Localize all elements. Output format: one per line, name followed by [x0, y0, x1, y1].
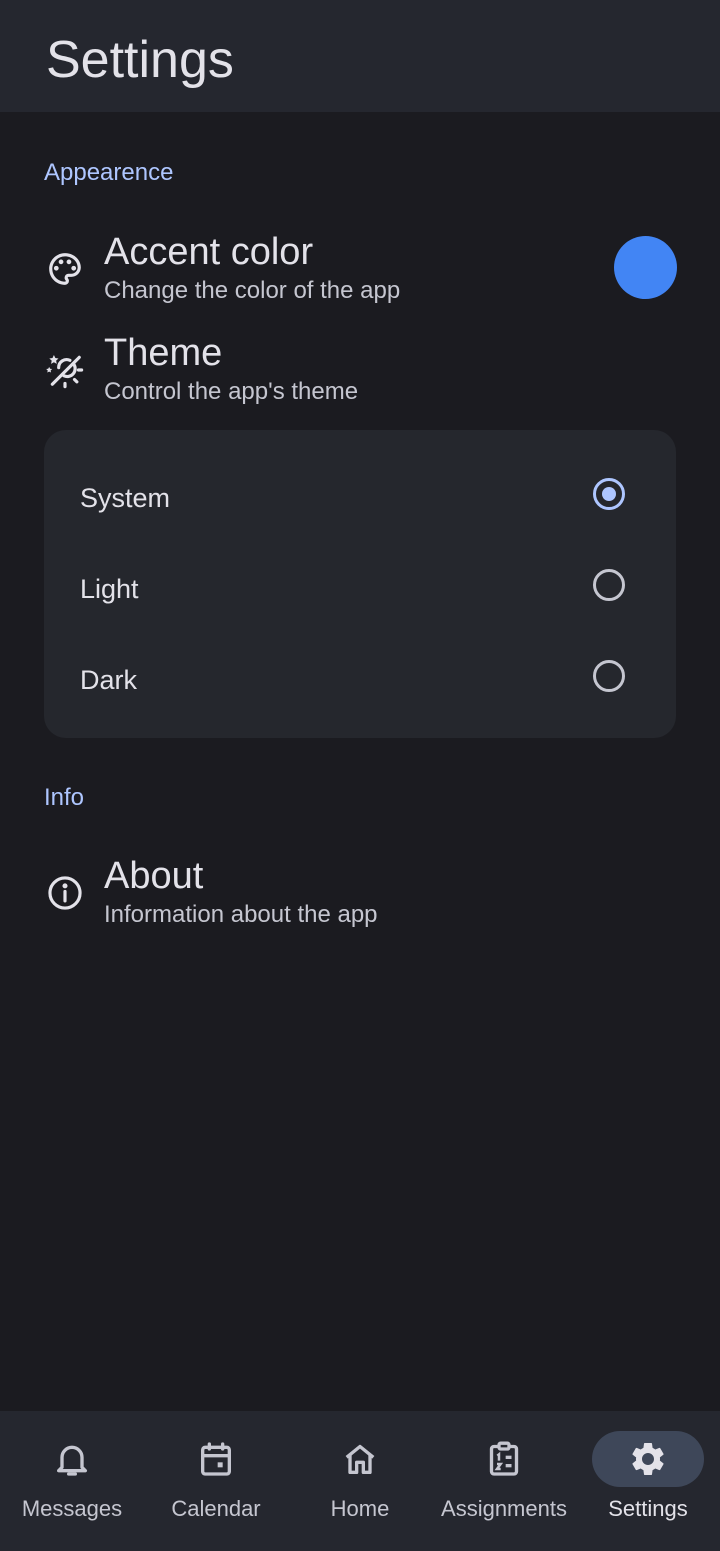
theme-option-label: Dark: [80, 665, 138, 695]
theme-option-system[interactable]: System: [44, 457, 676, 537]
nav-item-home[interactable]: Home: [288, 1411, 432, 1551]
nav-item-settings[interactable]: Settings: [576, 1411, 720, 1551]
calendar-icon: [196, 1439, 236, 1479]
theme-option-light[interactable]: Light: [44, 548, 676, 628]
theme-subtitle: Control the app's theme: [104, 378, 359, 405]
info-icon: [46, 874, 84, 912]
home-icon: [340, 1439, 380, 1479]
radio-button[interactable]: [593, 660, 625, 692]
theme-option-label: System: [80, 483, 171, 513]
page-title: Settings: [46, 31, 234, 89]
top-app-bar: Settings: [0, 0, 720, 112]
assignment-icon: [484, 1439, 524, 1479]
bell-icon: [52, 1439, 92, 1479]
setting-accent-color[interactable]: Accent color Change the color of the app: [0, 230, 720, 310]
nav-item-calendar[interactable]: Calendar: [144, 1411, 288, 1551]
accent-color-swatch[interactable]: [614, 236, 677, 299]
nav-label: Settings: [608, 1496, 688, 1521]
theme-title: Theme: [104, 332, 223, 374]
about-title: About: [104, 855, 204, 897]
accent-color-title: Accent color: [104, 231, 314, 273]
nav-item-assignments[interactable]: Assignments: [432, 1411, 576, 1551]
theme-options-card: System Light Dark: [44, 430, 676, 738]
section-header-info: Info: [44, 784, 85, 811]
nav-label: Messages: [21, 1496, 123, 1521]
section-header-appearance: Appearence: [44, 159, 174, 186]
bottom-navigation-bar: Messages Calendar Home Assignments Setti…: [0, 1411, 720, 1551]
nav-label: Assignments: [441, 1496, 567, 1521]
nav-item-messages[interactable]: Messages: [0, 1411, 144, 1551]
nav-label: Home: [330, 1496, 390, 1521]
theme-icon: [46, 351, 84, 389]
radio-button[interactable]: [593, 478, 625, 510]
theme-option-dark[interactable]: Dark: [44, 639, 676, 719]
accent-color-subtitle: Change the color of the app: [104, 277, 401, 304]
about-subtitle: Information about the app: [104, 901, 378, 928]
setting-theme[interactable]: Theme Control the app's theme: [0, 331, 720, 411]
gear-icon: [628, 1439, 668, 1479]
setting-about[interactable]: About Information about the app: [0, 854, 720, 934]
radio-button[interactable]: [593, 569, 625, 601]
palette-icon: [46, 250, 84, 288]
theme-option-label: Light: [80, 574, 139, 604]
nav-label: Calendar: [171, 1496, 261, 1521]
